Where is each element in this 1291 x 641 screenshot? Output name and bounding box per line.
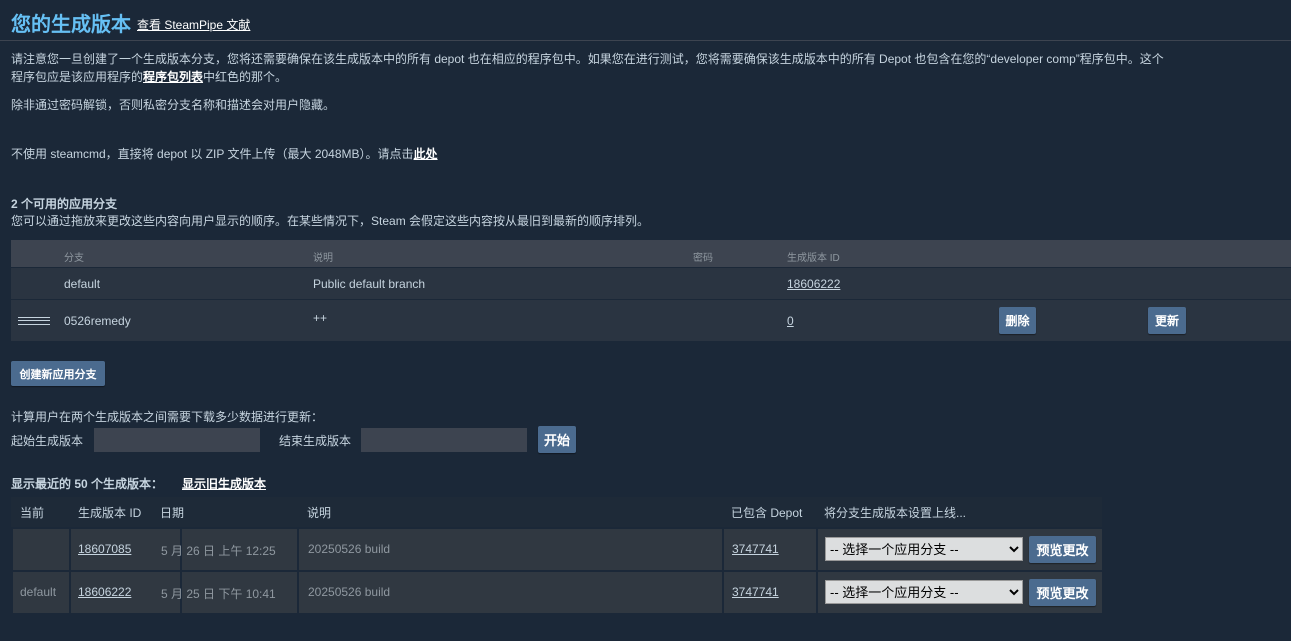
build-date: 5 月 26 日 上午 12:25 (161, 544, 276, 558)
branch-build-id-link[interactable]: 0 (787, 314, 794, 328)
build-depots-cell: 3747741 (724, 572, 816, 613)
branch-name: default (64, 277, 101, 291)
branch-row-default: default Public default branch 18606222 (11, 268, 1291, 299)
builds-header-row: 当前 生成版本 ID 日期 说明 已包含 Depot 将分支生成版本设置上线..… (11, 497, 1102, 527)
build-date-cell: 5 月 25 日 下午 10:41 (161, 572, 297, 613)
notice-line-2-b: 中红色的那个。 (203, 70, 288, 84)
build-depots-link[interactable]: 3747741 (732, 585, 779, 599)
branch-description: Public default branch (313, 277, 426, 291)
zip-upload-text: 不使用 steamcmd，直接将 depot 以 ZIP 文件上传（最大 204… (11, 147, 414, 161)
build-description-cell: 20250526 build (299, 572, 722, 613)
build-description: 20250526 build (308, 585, 391, 599)
drag-handle-icon[interactable] (18, 317, 50, 325)
build-depots-link[interactable]: 3747741 (732, 542, 779, 556)
branch-select[interactable]: -- 选择一个应用分支 -- (825, 537, 1023, 561)
diff-label: 计算用户在两个生成版本之间需要下载多少数据进行更新： (11, 410, 324, 424)
branch-row-0526remedy: 0526remedy ++ 0 删除 更新 (11, 300, 1291, 341)
preview-changes-button[interactable]: 预览更改 (1029, 579, 1096, 606)
branches-title: 2 个可用的应用分支 (11, 197, 118, 211)
notice-line-2: 程序包应是该应用程序的程序包列表中红色的那个。 (11, 68, 1281, 86)
zip-upload-link[interactable]: 此处 (414, 147, 438, 161)
private-branch-note: 除非通过密码解锁，否则私密分支名称和描述会对用户隐藏。 (11, 98, 336, 112)
build-set-live-cell: -- 选择一个应用分支 -- 预览更改 (818, 572, 1102, 613)
diff-go-button[interactable]: 开始 (538, 426, 576, 453)
build-date: 5 月 25 日 下午 10:41 (161, 587, 276, 601)
builds-header-depots: 已包含 Depot (731, 506, 803, 520)
preview-changes-button[interactable]: 预览更改 (1029, 536, 1096, 563)
branches-subtitle: 您可以通过拖放来更改这些内容向用户显示的顺序。在某些情况下，Steam 会假定这… (11, 214, 650, 228)
build-depots-cell: 3747741 (724, 529, 816, 570)
diff-start-label: 起始生成版本 (11, 434, 84, 448)
create-branch-button[interactable]: 创建新应用分支 (11, 361, 105, 386)
diff-end-label: 结束生成版本 (279, 434, 352, 448)
package-list-link[interactable]: 程序包列表 (143, 70, 203, 84)
delete-branch-button[interactable]: 删除 (999, 307, 1036, 334)
builds-header-date: 日期 (160, 506, 185, 520)
build-current-cell (13, 529, 69, 570)
header: 您的生成版本 查看 SteamPipe 文献 (0, 0, 1291, 41)
branch-select[interactable]: -- 选择一个应用分支 -- (825, 580, 1023, 604)
page-title: 您的生成版本 (11, 14, 131, 36)
builds-header-description: 说明 (307, 506, 332, 520)
build-current: default (20, 585, 57, 599)
notice-line-1: 请注意您一旦创建了一个生成版本分支，您将还需要确保在该生成版本中的所有 depo… (11, 52, 1164, 66)
branches-header-password: 密码 (693, 253, 713, 264)
build-description-cell: 20250526 build (299, 529, 722, 570)
build-description: 20250526 build (308, 542, 391, 556)
builds-header-current: 当前 (20, 506, 45, 520)
notice-text: 请注意您一旦创建了一个生成版本分支，您将还需要确保在该生成版本中的所有 depo… (11, 50, 1281, 86)
builds-header-set-live: 将分支生成版本设置上线... (824, 506, 967, 520)
show-old-builds-link[interactable]: 显示旧生成版本 (182, 475, 266, 492)
branches-header-build-id: 生成版本 ID (787, 253, 840, 264)
branch-build-id-link[interactable]: 18606222 (787, 277, 840, 291)
build-current-cell: default (13, 572, 69, 613)
page: 您的生成版本 查看 SteamPipe 文献 请注意您一旦创建了一个生成版本分支… (0, 0, 1291, 641)
build-id-link[interactable]: 18606222 (78, 585, 131, 599)
update-branch-button[interactable]: 更新 (1148, 307, 1186, 334)
build-set-live-cell: -- 选择一个应用分支 -- 预览更改 (818, 529, 1102, 570)
branch-name: 0526remedy (64, 314, 131, 328)
builds-header-build-id: 生成版本 ID (78, 506, 142, 520)
branches-header-description: 说明 (313, 253, 333, 264)
branches-header-row: 分支 说明 密码 生成版本 ID (11, 240, 1291, 267)
zip-upload-note: 不使用 steamcmd，直接将 depot 以 ZIP 文件上传（最大 204… (11, 145, 1281, 163)
notice-line-2-a: 程序包应是该应用程序的 (11, 70, 144, 84)
diff-start-input[interactable] (93, 427, 261, 453)
builds-title: 显示最近的 50 个生成版本： (11, 477, 164, 491)
build-id-link[interactable]: 18607085 (78, 542, 131, 556)
diff-end-input[interactable] (360, 427, 528, 453)
steampipe-docs-link[interactable]: 查看 SteamPipe 文献 (137, 16, 250, 33)
build-date-cell: 5 月 26 日 上午 12:25 (161, 529, 297, 570)
branch-description: ++ (313, 311, 328, 325)
branches-header-branch: 分支 (64, 253, 84, 264)
